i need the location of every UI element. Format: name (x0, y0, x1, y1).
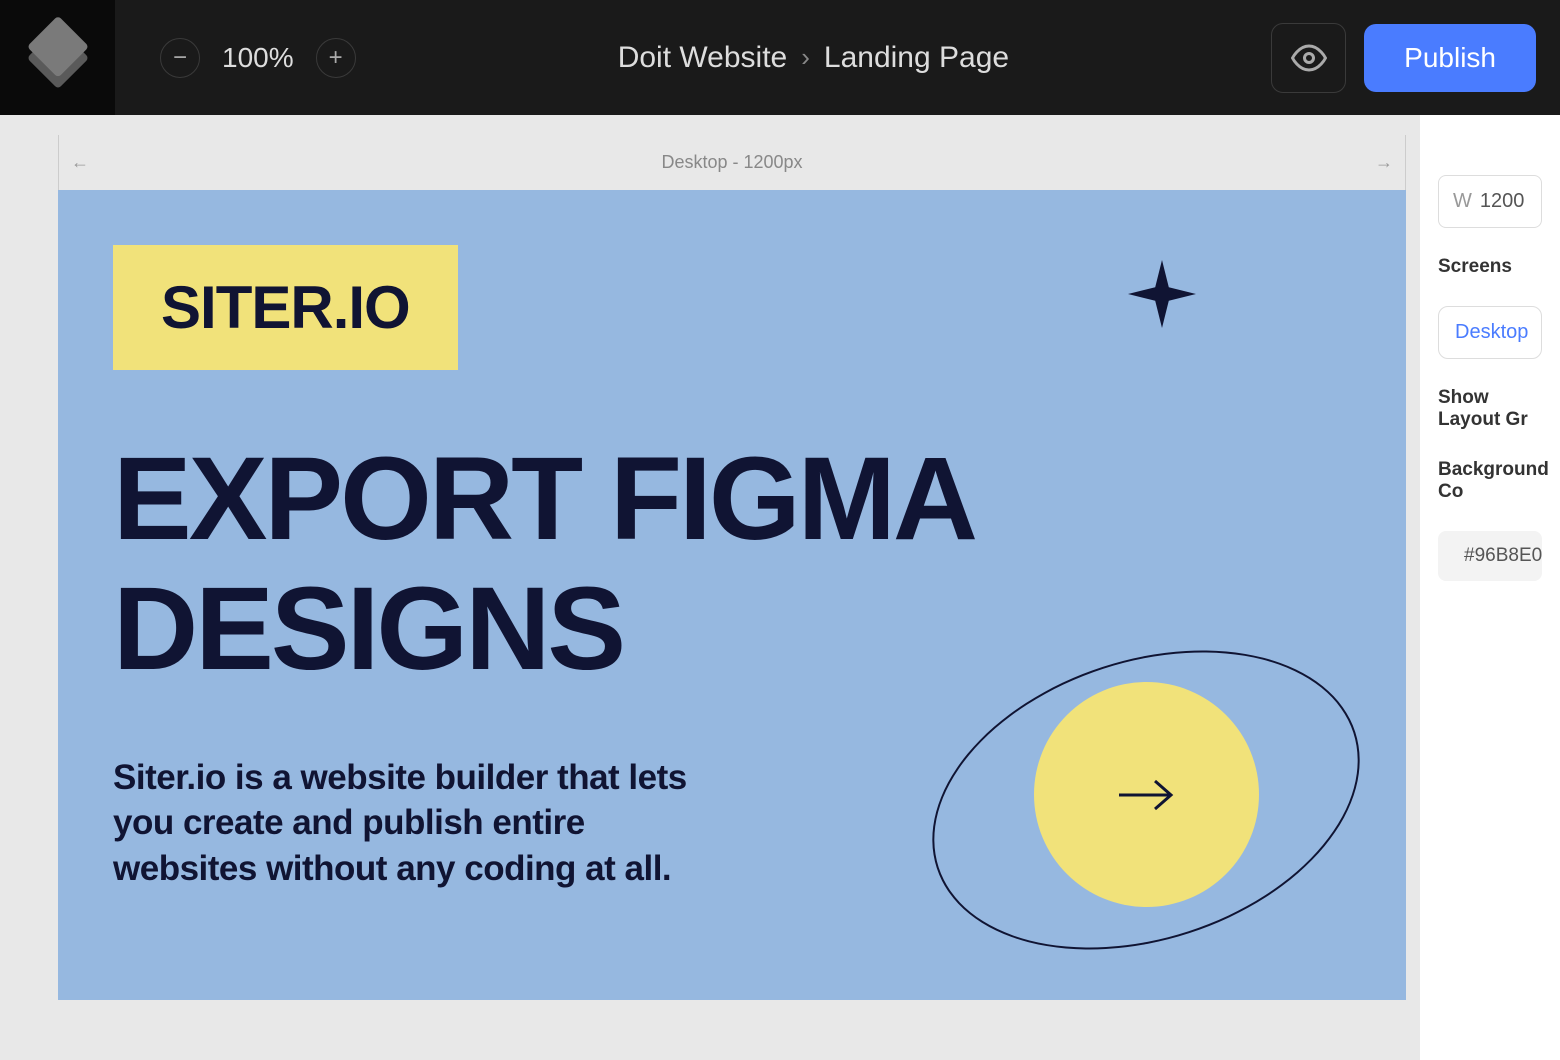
publish-button[interactable]: Publish (1364, 24, 1536, 92)
width-prefix: W (1453, 190, 1472, 213)
cta-circle[interactable] (1034, 682, 1259, 907)
width-value: 1200 (1480, 190, 1525, 213)
breadcrumb: Doit Website › Landing Page (356, 41, 1272, 75)
arrow-right-icon (1115, 775, 1179, 815)
app-header: − 100% + Doit Website › Landing Page Pub… (0, 0, 1560, 115)
resize-handle-right[interactable]: → (1375, 152, 1393, 173)
zoom-level: 100% (222, 42, 294, 74)
sparkle-icon[interactable] (1128, 260, 1196, 328)
subheadline-text[interactable]: Siter.io is a website builder that lets … (113, 755, 733, 892)
zoom-controls: − 100% + (160, 38, 356, 78)
screen-selector[interactable]: Desktop (1438, 306, 1542, 359)
design-canvas[interactable]: SITER.IO EXPORT FIGMA DESIGNS Siter.io i… (58, 190, 1406, 1000)
zoom-in-button[interactable]: + (316, 38, 356, 78)
breakpoint-ruler: ← Desktop - 1200px → (58, 135, 1406, 190)
eye-icon (1291, 40, 1327, 76)
bg-color-hex: #96B8E0 (1464, 545, 1542, 567)
orbit-graphic[interactable] (926, 660, 1366, 940)
bg-color-input[interactable]: #96B8E0 (1438, 531, 1542, 581)
properties-sidebar: W 1200 Screens Desktop Show Layout Gr Ba… (1420, 115, 1560, 1060)
header-actions: Publish (1271, 23, 1536, 93)
brand-badge[interactable]: SITER.IO (113, 245, 458, 370)
brand-text: SITER.IO (161, 273, 410, 342)
zoom-out-button[interactable]: − (160, 38, 200, 78)
chevron-right-icon: › (801, 42, 810, 73)
breakpoint-label: Desktop - 1200px (89, 152, 1375, 173)
breadcrumb-project[interactable]: Doit Website (618, 41, 788, 75)
canvas-area[interactable]: ← Desktop - 1200px → SITER.IO EXPORT FIG… (0, 115, 1420, 1060)
bg-color-label: Background Co (1438, 459, 1542, 503)
logo-icon (26, 26, 88, 88)
logo-button[interactable] (0, 0, 115, 115)
main-area: ← Desktop - 1200px → SITER.IO EXPORT FIG… (0, 115, 1560, 1060)
layout-grid-label: Show Layout Gr (1438, 387, 1542, 431)
screens-label: Screens (1438, 256, 1542, 278)
resize-handle-left[interactable]: ← (71, 152, 89, 173)
preview-button[interactable] (1271, 23, 1346, 93)
width-input[interactable]: W 1200 (1438, 175, 1542, 228)
breadcrumb-page[interactable]: Landing Page (824, 41, 1009, 75)
